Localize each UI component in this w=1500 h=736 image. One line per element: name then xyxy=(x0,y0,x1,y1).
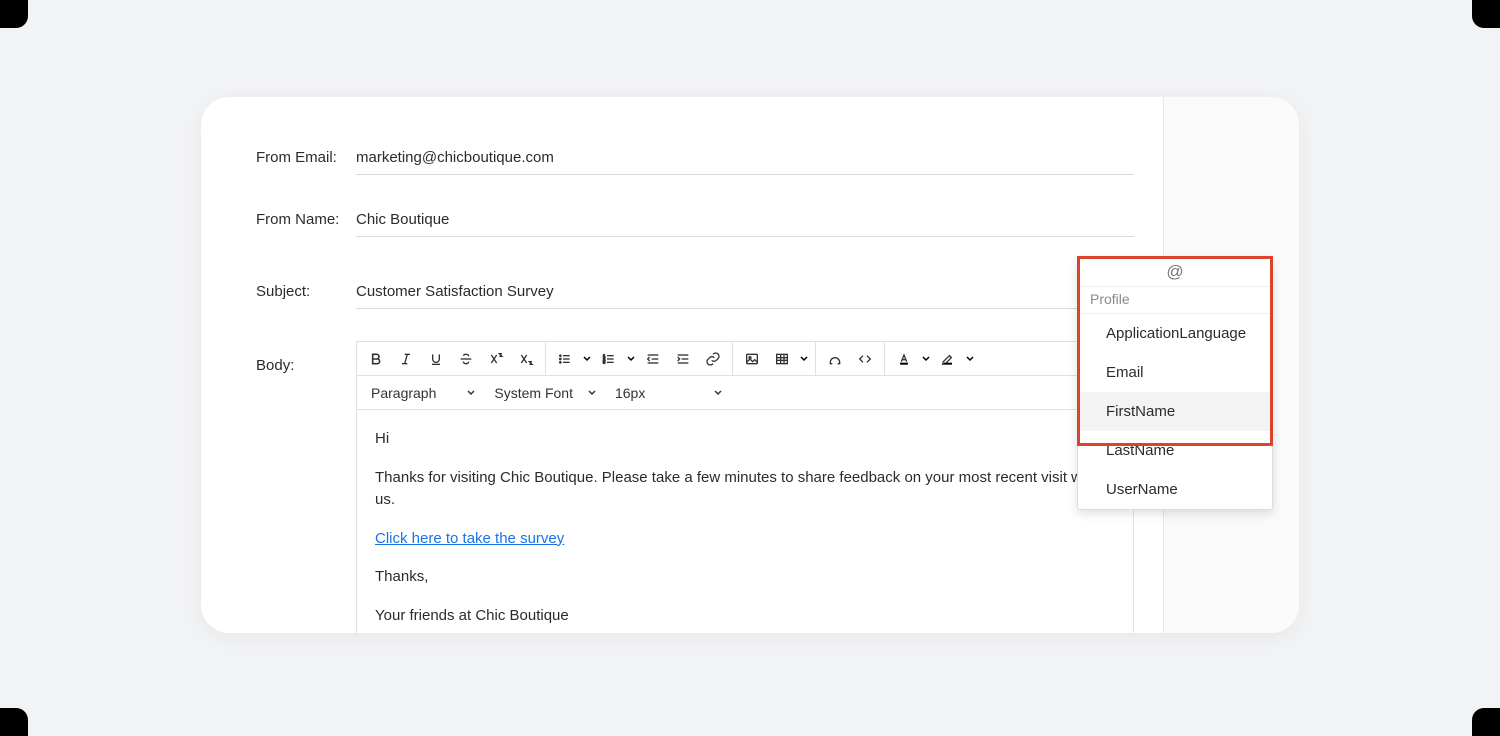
text-color-dropdown[interactable] xyxy=(919,354,933,364)
link-button[interactable] xyxy=(698,343,728,375)
highlight-dropdown[interactable] xyxy=(963,354,977,364)
outdent-button[interactable] xyxy=(638,343,668,375)
body-line-3: Thanks, xyxy=(375,566,1115,589)
corner-bl xyxy=(0,708,28,736)
from-name-row: From Name: xyxy=(256,207,1163,237)
indent-button[interactable] xyxy=(668,343,698,375)
main-form: From Email: From Name: Subject: Body: xyxy=(201,97,1163,633)
body-line-2: Thanks for visiting Chic Boutique. Pleas… xyxy=(375,467,1115,512)
subject-label: Subject: xyxy=(256,283,356,300)
from-email-input[interactable] xyxy=(356,145,1134,175)
rich-text-editor: 123 xyxy=(356,341,1134,633)
at-icon: @ xyxy=(1078,258,1272,286)
image-button[interactable] xyxy=(737,343,767,375)
toolbar-row-2: Paragraph System Font 16px xyxy=(357,376,1133,410)
font-size-value: 16px xyxy=(615,385,645,401)
table-button[interactable] xyxy=(767,343,797,375)
chevron-down-icon xyxy=(587,385,597,401)
merge-field-dropdown: @ Profile ApplicationLanguage Email Firs… xyxy=(1077,257,1273,510)
corner-br xyxy=(1472,708,1500,736)
corner-tr xyxy=(1472,0,1500,28)
superscript-button[interactable] xyxy=(481,343,511,375)
svg-text:3: 3 xyxy=(603,359,606,364)
subscript-button[interactable] xyxy=(511,343,541,375)
dropdown-item-lastname[interactable]: LastName xyxy=(1078,431,1272,470)
bold-button[interactable] xyxy=(361,343,391,375)
font-size-dropdown[interactable]: 16px xyxy=(605,377,731,409)
text-color-button[interactable] xyxy=(889,343,919,375)
chevron-down-icon xyxy=(466,385,476,401)
from-name-label: From Name: xyxy=(256,211,356,228)
dropdown-item-firstname[interactable]: FirstName xyxy=(1078,392,1272,431)
italic-button[interactable] xyxy=(391,343,421,375)
body-row: Body: xyxy=(256,341,1163,633)
table-dropdown[interactable] xyxy=(797,354,811,364)
font-family-dropdown[interactable]: System Font xyxy=(484,377,605,409)
body-line-4: Your friends at Chic Boutique xyxy=(375,605,1115,628)
chevron-down-icon xyxy=(713,385,723,401)
unordered-list-dropdown[interactable] xyxy=(580,354,594,364)
ordered-list-dropdown[interactable] xyxy=(624,354,638,364)
survey-link[interactable]: Click here to take the survey xyxy=(375,530,564,547)
corner-tl xyxy=(0,0,28,28)
editor-content[interactable]: Hi Thanks for visiting Chic Boutique. Pl… xyxy=(357,410,1133,633)
dropdown-item-applicationlanguage[interactable]: ApplicationLanguage xyxy=(1078,314,1272,353)
special-char-button[interactable] xyxy=(820,343,850,375)
toolbar-row-1: 123 xyxy=(357,342,1133,376)
subject-row: Subject: xyxy=(256,269,1163,309)
paragraph-style-value: Paragraph xyxy=(371,385,436,401)
from-email-label: From Email: xyxy=(256,149,356,166)
dropdown-item-username[interactable]: UserName xyxy=(1078,470,1272,509)
ordered-list-button[interactable]: 123 xyxy=(594,343,624,375)
from-name-input[interactable] xyxy=(356,207,1134,237)
subject-input[interactable] xyxy=(356,269,1134,309)
highlight-button[interactable] xyxy=(933,343,963,375)
code-button[interactable] xyxy=(850,343,880,375)
unordered-list-button[interactable] xyxy=(550,343,580,375)
body-label: Body: xyxy=(256,341,356,374)
dropdown-section-label: Profile xyxy=(1078,286,1272,314)
dropdown-item-email[interactable]: Email xyxy=(1078,353,1272,392)
from-email-row: From Email: xyxy=(256,145,1163,175)
font-family-value: System Font xyxy=(494,385,573,401)
strikethrough-button[interactable] xyxy=(451,343,481,375)
underline-button[interactable] xyxy=(421,343,451,375)
paragraph-style-dropdown[interactable]: Paragraph xyxy=(361,377,484,409)
body-line-1: Hi xyxy=(375,428,1115,451)
